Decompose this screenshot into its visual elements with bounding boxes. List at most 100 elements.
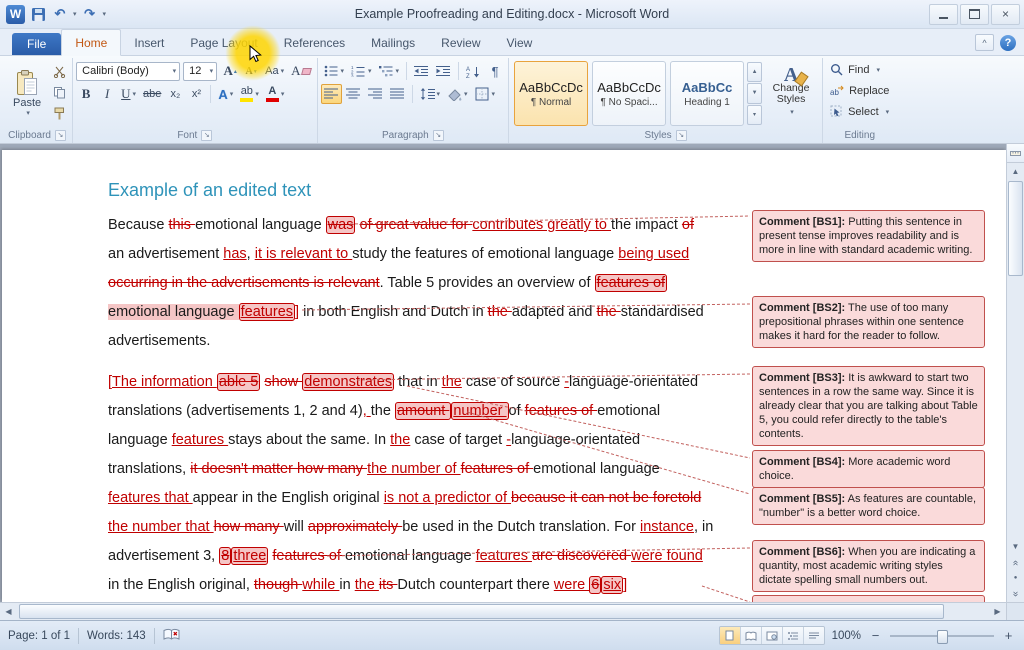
cut-button[interactable] [49, 61, 69, 81]
align-left-button[interactable] [321, 84, 342, 104]
select-button[interactable]: Select▾ [826, 102, 893, 121]
zoom-in-button[interactable]: + [1001, 628, 1016, 643]
multilevel-list-button[interactable]: ▾ [376, 61, 403, 81]
styles-scroll-up-button[interactable]: ▲ [747, 62, 762, 82]
vertical-scrollbar[interactable]: ▲ ▼ « ● « [1006, 144, 1024, 602]
show-formatting-marks-button[interactable]: ¶ [485, 61, 505, 81]
tab-view[interactable]: View [494, 30, 546, 55]
bullets-button[interactable]: ▾ [321, 61, 348, 81]
style-normal[interactable]: AaBbCcDc ¶ Normal [514, 61, 588, 126]
clear-formatting-button[interactable]: A [288, 61, 313, 81]
zoom-out-button[interactable]: − [868, 628, 883, 643]
previous-page-button[interactable]: « [1007, 554, 1024, 570]
comment-balloon[interactable]: Comment [BS2]: The use of too many prepo… [752, 296, 985, 348]
close-button[interactable]: × [991, 4, 1020, 25]
align-right-button[interactable] [365, 84, 386, 104]
zoom-slider[interactable] [890, 628, 994, 644]
style-no-spacing[interactable]: AaBbCcDc ¶ No Spaci... [592, 61, 666, 126]
clipboard-dialog-launcher[interactable]: ↘ [55, 130, 66, 141]
change-case-button[interactable]: Aa▾ [262, 61, 287, 81]
comment-balloon[interactable]: Comment [BS7]: [752, 595, 985, 602]
scroll-up-button[interactable]: ▲ [1007, 163, 1024, 179]
scroll-left-button[interactable]: ◀ [0, 603, 17, 620]
redo-button[interactable]: ↷ [81, 5, 99, 23]
font-dialog-launcher[interactable]: ↘ [201, 130, 212, 141]
view-ruler-button[interactable] [1007, 144, 1024, 163]
comment-balloon[interactable]: Comment [BS6]: When you are indicating a… [752, 540, 985, 592]
sort-button[interactable]: AZ [463, 61, 484, 81]
proofing-errors-button[interactable] [163, 628, 180, 644]
scroll-right-button[interactable]: ▶ [989, 603, 1006, 620]
change-styles-button[interactable]: A Change Styles ▾ [763, 59, 819, 128]
strikethrough-button[interactable]: abe [140, 84, 164, 104]
comment-balloon[interactable]: Comment [BS1]: Putting this sentence in … [752, 210, 985, 262]
line-spacing-button[interactable]: ▾ [417, 84, 444, 104]
borders-button[interactable]: ▾ [472, 84, 499, 104]
tab-home[interactable]: Home [61, 29, 121, 56]
styles-dialog-launcher[interactable]: ↘ [676, 130, 687, 141]
font-size-select[interactable]: 12▾ [183, 62, 217, 81]
styles-gallery-more-button[interactable]: ▾ [747, 105, 762, 125]
paragraph[interactable]: [The information able 5 show demonstrate… [108, 368, 714, 600]
bold-button[interactable]: B [76, 84, 96, 104]
align-center-button[interactable] [343, 84, 364, 104]
undo-button[interactable]: ↶ [51, 5, 69, 23]
maximize-button[interactable] [960, 4, 989, 25]
next-page-button[interactable]: « [1007, 586, 1024, 602]
page-indicator[interactable]: Page: 1 of 1 [8, 630, 70, 642]
justify-button[interactable] [387, 84, 408, 104]
comment-balloon[interactable]: Comment [BS4]: More academic word choice… [752, 450, 985, 488]
tab-insert[interactable]: Insert [121, 30, 177, 55]
save-button[interactable] [29, 5, 47, 23]
paragraph-dialog-launcher[interactable]: ↘ [433, 130, 444, 141]
shrink-font-button[interactable]: A▾ [241, 61, 261, 81]
horizontal-scrollbar[interactable]: ◀ ▶ [0, 602, 1024, 620]
italic-button[interactable]: I [97, 84, 117, 104]
web-layout-view-button[interactable] [762, 627, 783, 644]
document-page[interactable]: Example of an edited text Because this e… [2, 150, 1006, 602]
word-count[interactable]: Words: 143 [87, 630, 146, 642]
replace-button[interactable]: ab Replace [826, 81, 893, 100]
tab-mailings[interactable]: Mailings [358, 30, 428, 55]
font-color-button[interactable]: A▾ [263, 84, 288, 104]
customize-qat-button[interactable]: ▾ [103, 10, 107, 18]
style-heading-1[interactable]: AaBbCc Heading 1 [670, 61, 744, 126]
outline-view-button[interactable] [783, 627, 804, 644]
tab-references[interactable]: References [271, 30, 358, 55]
horizontal-scroll-track[interactable] [17, 603, 989, 620]
text-effects-button[interactable]: A▾ [215, 84, 236, 104]
styles-scroll-down-button[interactable]: ▼ [747, 83, 762, 103]
minimize-ribbon-button[interactable]: ^ [975, 34, 994, 51]
copy-button[interactable] [49, 82, 69, 102]
comment-balloon[interactable]: Comment [BS3]: It is awkward to start tw… [752, 366, 985, 446]
horizontal-scroll-thumb[interactable] [19, 604, 944, 619]
decrease-indent-button[interactable] [411, 61, 432, 81]
help-button[interactable]: ? [1000, 35, 1016, 51]
underline-button[interactable]: U▾ [118, 84, 139, 104]
select-browse-object-button[interactable]: ● [1007, 570, 1024, 586]
comment-balloon[interactable]: Comment [BS5]: As features are countable… [752, 487, 985, 525]
increase-indent-button[interactable] [433, 61, 454, 81]
zoom-level[interactable]: 100% [832, 630, 861, 642]
draft-view-button[interactable] [804, 627, 824, 644]
find-button[interactable]: Find▾ [826, 60, 893, 79]
vertical-scroll-thumb[interactable] [1008, 181, 1023, 276]
paragraph[interactable]: Because this emotional language was of g… [108, 211, 714, 356]
vertical-scroll-track[interactable] [1007, 179, 1024, 538]
zoom-slider-thumb[interactable] [937, 630, 948, 644]
undo-dropdown[interactable]: ▾ [73, 10, 77, 18]
tab-file[interactable]: File [12, 33, 61, 55]
word-logo-icon[interactable]: W [6, 5, 25, 24]
scroll-down-button[interactable]: ▼ [1007, 538, 1024, 554]
format-painter-button[interactable] [49, 103, 69, 123]
numbering-button[interactable]: 123▾ [348, 61, 375, 81]
paste-button[interactable]: Paste ▾ [5, 59, 49, 128]
tab-page-layout[interactable]: Page Layout [177, 30, 270, 55]
fullscreen-reading-view-button[interactable] [741, 627, 762, 644]
font-name-select[interactable]: Calibri (Body)▾ [76, 62, 180, 81]
grow-font-button[interactable]: A▴ [220, 61, 240, 81]
subscript-button[interactable]: x₂ [165, 84, 185, 104]
shading-button[interactable]: ▾ [444, 84, 471, 104]
highlight-button[interactable]: ab▾ [237, 84, 262, 104]
tab-review[interactable]: Review [428, 30, 493, 55]
